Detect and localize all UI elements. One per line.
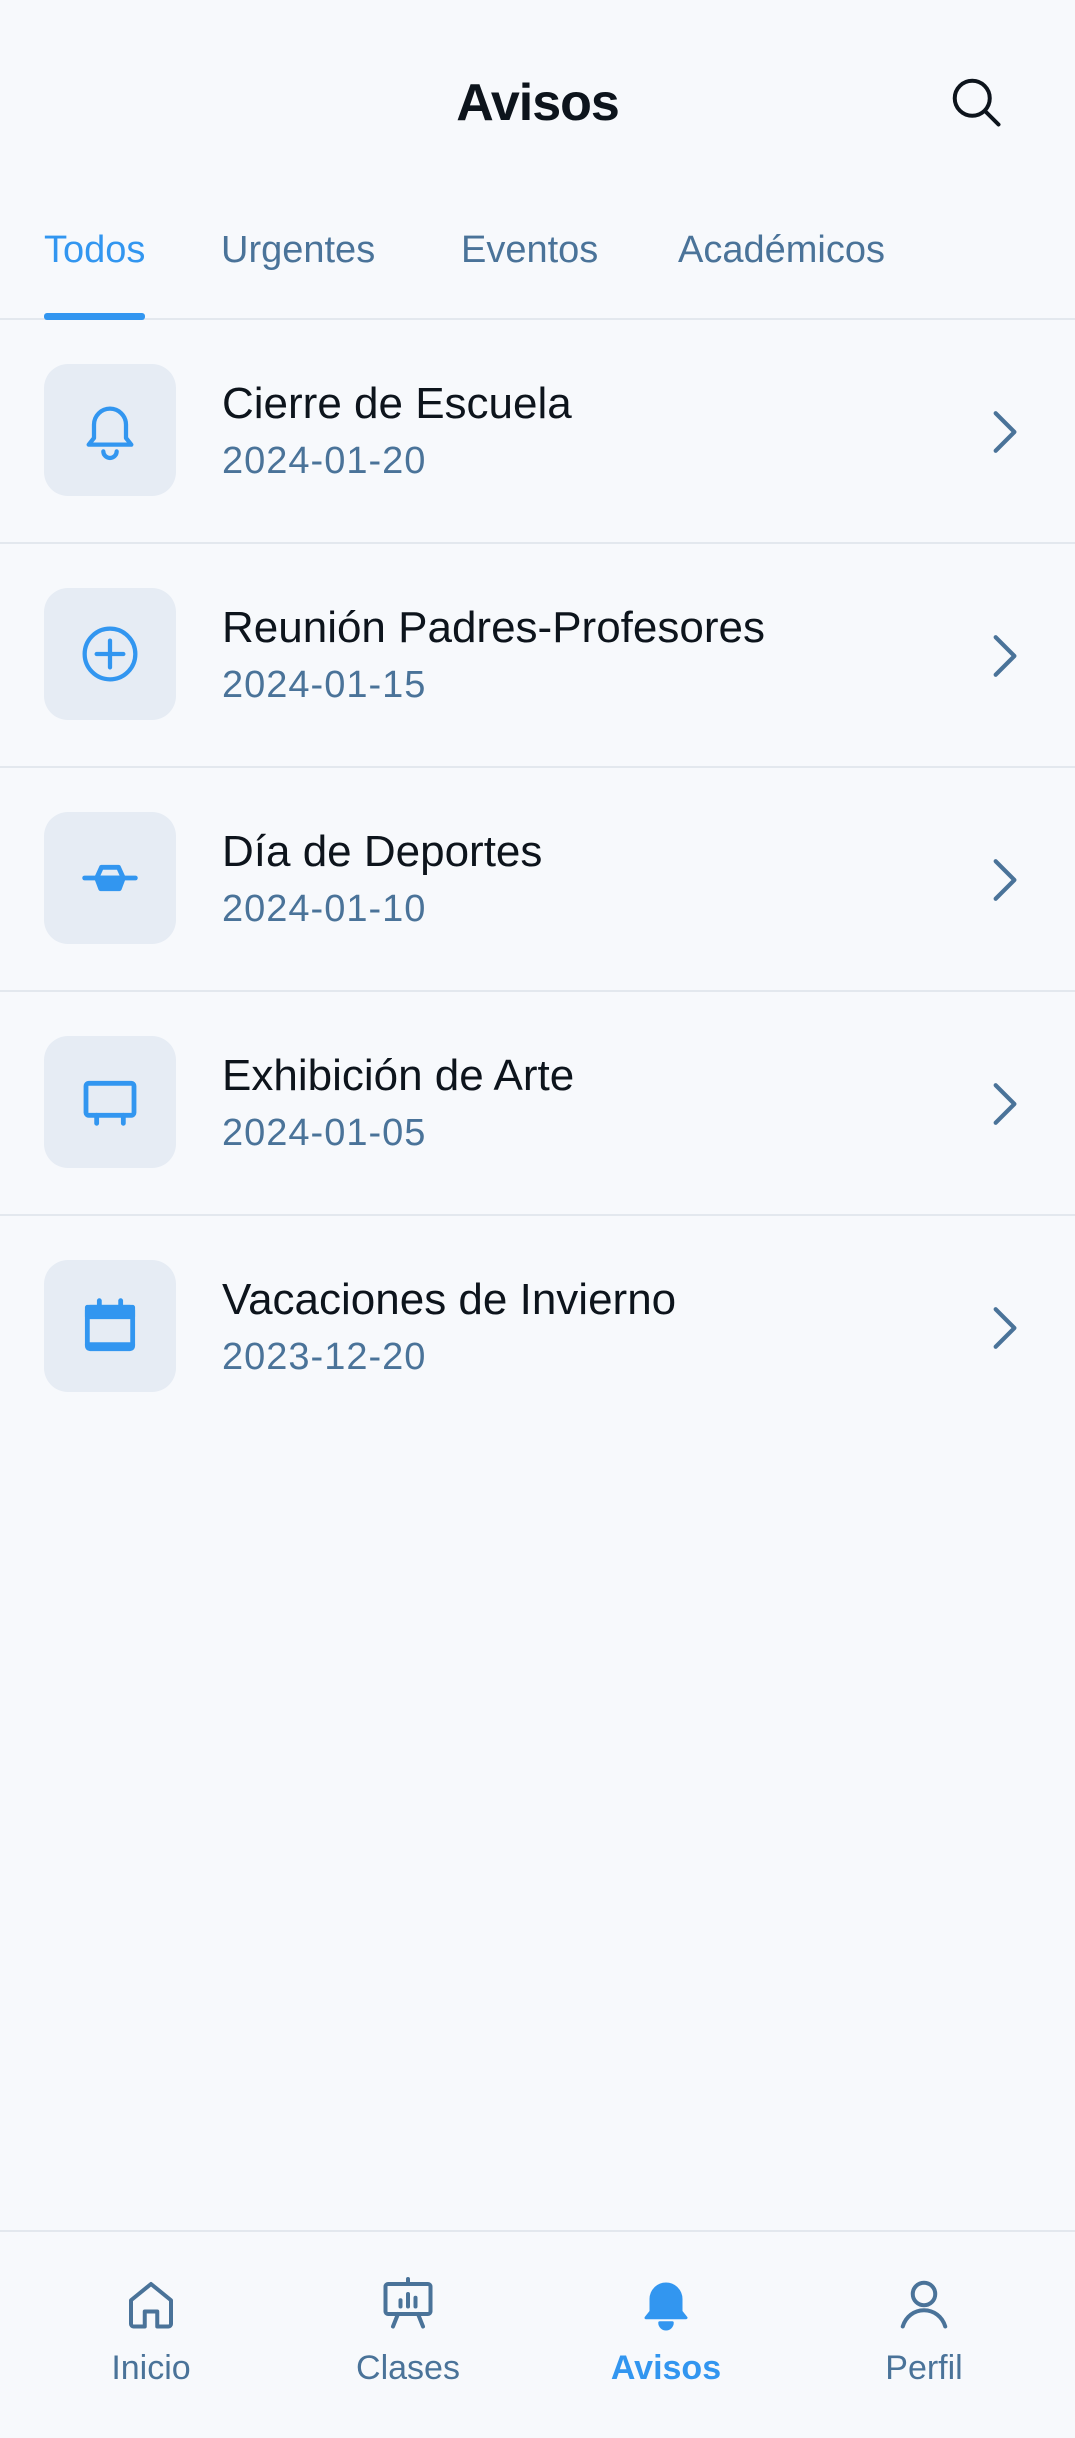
user-icon [892, 2272, 956, 2336]
nav-item-inicio[interactable]: Inicio [51, 2272, 251, 2402]
tab-urgentes[interactable]: Urgentes [221, 210, 375, 318]
easel-icon [83, 1080, 137, 1126]
nav-label: Inicio [111, 2349, 191, 2387]
nav-label: Perfil [885, 2349, 963, 2387]
tab-academicos[interactable]: Académicos [678, 210, 885, 318]
notice-list: Cierre de Escuela 2024-01-20 Reunión Pad… [0, 320, 1075, 1438]
bell-icon [86, 406, 134, 461]
nav-item-clases[interactable]: Clases [308, 2272, 508, 2402]
notice-date: 2024-01-05 [222, 1112, 427, 1154]
notice-item[interactable]: Reunión Padres-Profesores 2024-01-15 [0, 544, 1075, 768]
notice-item[interactable]: Día de Deportes 2024-01-10 [0, 768, 1075, 992]
notice-item[interactable]: Exhibición de Arte 2024-01-05 [0, 992, 1075, 1216]
sports-icon [82, 864, 138, 892]
nav-label: Avisos [610, 2349, 722, 2387]
notice-icon-tile [44, 588, 176, 720]
notice-icon-tile [44, 1036, 176, 1168]
chevron-right-icon [980, 1074, 1028, 1134]
notice-date: 2023-12-20 [222, 1336, 427, 1378]
chevron-right-icon [980, 402, 1028, 462]
page-title: Avisos [456, 74, 620, 132]
nav-item-perfil[interactable]: Perfil [824, 2272, 1024, 2402]
notice-icon-tile [44, 1260, 176, 1392]
notice-title: Cierre de Escuela [222, 379, 572, 428]
notice-item[interactable]: Vacaciones de Invierno 2023-12-20 [0, 1216, 1075, 1438]
notice-title: Exhibición de Arte [222, 1051, 575, 1100]
notice-icon-tile [44, 812, 176, 944]
chevron-right-icon [980, 850, 1028, 910]
calendar-icon [84, 1298, 136, 1352]
notice-date: 2024-01-20 [222, 440, 427, 482]
chevron-right-icon [980, 626, 1028, 686]
search-icon [952, 78, 1001, 127]
tab-eventos[interactable]: Eventos [461, 210, 598, 318]
chevron-right-icon [980, 1298, 1028, 1358]
notice-date: 2024-01-15 [222, 664, 427, 706]
notice-title: Día de Deportes [222, 827, 543, 876]
notice-title: Reunión Padres-Profesores [222, 603, 765, 652]
header: Avisos [0, 0, 1075, 200]
notice-icon-tile [44, 364, 176, 496]
plus-circle-icon [82, 626, 138, 682]
notice-item[interactable]: Cierre de Escuela 2024-01-20 [0, 320, 1075, 544]
search-button[interactable] [940, 66, 1012, 138]
nav-label: Clases [356, 2349, 460, 2387]
bottom-nav: Inicio Clases Avisos Perfil [0, 2230, 1075, 2438]
tab-todos[interactable]: Todos [44, 210, 146, 320]
nav-item-avisos[interactable]: Avisos [566, 2272, 766, 2402]
bell-icon [634, 2272, 698, 2336]
filter-tabs: Todos Urgentes Eventos Académicos [0, 210, 1075, 320]
notice-date: 2024-01-10 [222, 888, 427, 930]
home-icon [119, 2272, 183, 2336]
presentation-icon [376, 2272, 440, 2336]
notice-title: Vacaciones de Invierno [222, 1275, 677, 1324]
